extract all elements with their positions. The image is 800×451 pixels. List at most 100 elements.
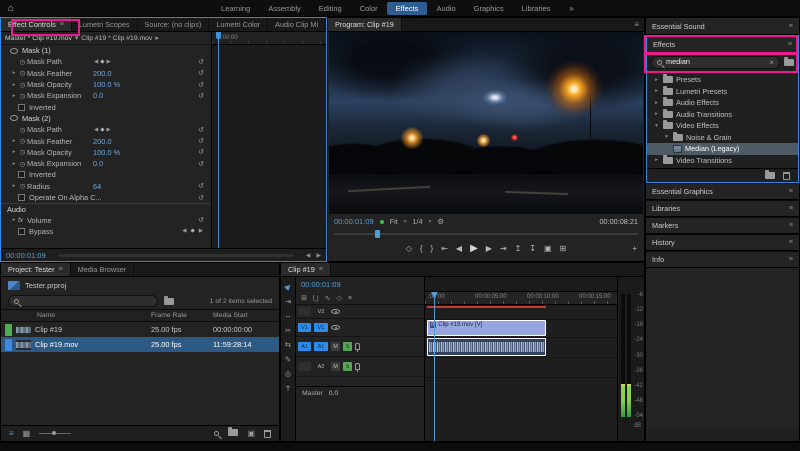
go-to-in-icon[interactable]: ⇤ (441, 244, 448, 253)
bypass-checkbox[interactable] (18, 227, 25, 235)
toggle-track-output-icon[interactable] (331, 309, 340, 314)
twirl-icon[interactable]: ▸ (10, 82, 18, 88)
param-row-radius[interactable]: ▸ ◷ Radius 64 ↺ (1, 181, 211, 192)
export-frame-icon[interactable]: ▣ (544, 244, 552, 253)
ripple-edit-tool[interactable]: ↔ (284, 311, 292, 320)
twirl-icon[interactable]: ▸ (653, 100, 660, 106)
param-row-mask-path-2[interactable]: ◷ Mask Path ◀ ◆ ▶ ↺ (1, 124, 211, 135)
param-value[interactable]: 100.0 % (93, 148, 120, 157)
solo-button[interactable]: S (343, 342, 352, 351)
twirl-icon[interactable]: ▸ (10, 93, 18, 99)
master-gain-value[interactable]: 0.0 (329, 390, 338, 397)
param-row-mask-expansion-1[interactable]: ▸ ◷ Mask Expansion 0.0 ↺ (1, 90, 211, 101)
tab-sequence[interactable]: Clip #19 ≡ (281, 263, 331, 276)
reset-icon[interactable]: ↺ (198, 148, 204, 156)
reset-icon[interactable]: ↺ (198, 58, 204, 66)
panel-menu-icon[interactable]: ≡ (319, 263, 323, 277)
label-color-chip[interactable] (5, 323, 12, 336)
playback-resolution-select[interactable]: 1/4 (413, 217, 423, 226)
twirl-icon[interactable]: ▸ (10, 217, 18, 223)
workspace-tab-editing[interactable]: Editing (310, 2, 351, 15)
zoom-in-icon[interactable]: ▶ (316, 252, 321, 259)
column-media-start[interactable]: Media Start (213, 312, 279, 319)
tree-item-median-legacy[interactable]: Median (Legacy) (647, 143, 798, 155)
reset-icon[interactable]: ↺ (198, 216, 204, 224)
param-value[interactable]: 0.0 (93, 159, 103, 168)
param-value[interactable]: 200.0 (93, 137, 112, 146)
selection-tool[interactable]: ▶ (283, 281, 293, 291)
reset-icon[interactable]: ↺ (198, 194, 204, 202)
type-tool[interactable]: T (286, 384, 291, 393)
twirl-icon[interactable]: ▸ (653, 111, 660, 117)
effects-panel-header[interactable]: Effects ≡ (647, 36, 798, 53)
workspace-tab-learning[interactable]: Learning (212, 2, 259, 15)
workspace-tab-audio[interactable]: Audio (427, 2, 464, 15)
add-keyframe-icon[interactable]: ◆ (191, 228, 195, 234)
reset-icon[interactable]: ↺ (198, 137, 204, 145)
panel-menu-icon[interactable]: ≡ (788, 41, 792, 48)
stopwatch-icon[interactable]: ◷ (18, 58, 27, 66)
twirl-icon[interactable]: ▸ (10, 138, 18, 144)
find-icon[interactable] (214, 426, 220, 442)
panel-menu-icon[interactable]: ≡ (59, 263, 63, 277)
source-patch-v2[interactable] (298, 307, 311, 316)
param-row-mask-opacity-1[interactable]: ▸ ◷ Mask Opacity 100.0 % ↺ (1, 79, 211, 90)
workspace-tab-assembly[interactable]: Assembly (259, 2, 310, 15)
twirl-icon[interactable]: ▸ (155, 34, 158, 42)
voiceover-record-icon[interactable] (355, 343, 360, 352)
toggle-track-output-icon[interactable] (331, 325, 340, 330)
tab-source-monitor[interactable]: Source: (no clips) (138, 18, 210, 31)
track-label-v1[interactable]: V1 (314, 323, 328, 332)
linked-selection-icon[interactable]: ∿ (325, 294, 331, 302)
audio-meters[interactable]: -6 -12 -18 -24 -30 -36 -42 -48 -54 dB (617, 277, 644, 441)
program-video-frame[interactable] (329, 32, 643, 214)
extract-icon[interactable]: ↧ (529, 244, 536, 253)
param-row-operate-on-alpha[interactable]: Operate On Alpha C... ↺ (1, 192, 211, 203)
param-row-mask-expansion-2[interactable]: ▸ ◷ Mask Expansion 0.0 ↺ (1, 158, 211, 169)
column-name[interactable]: Name (1, 312, 151, 319)
horizontal-scrollbar[interactable] (57, 253, 294, 257)
pen-tool[interactable]: ✎ (285, 355, 291, 364)
step-back-icon[interactable]: ◀ (456, 244, 462, 253)
panel-header-libraries[interactable]: Libraries ≡ (646, 200, 799, 217)
program-timecode[interactable]: 00:00:01:09 (334, 217, 374, 226)
reset-icon[interactable]: ↺ (198, 69, 204, 77)
track-label-v2[interactable]: V2 (314, 307, 328, 316)
chevron-down-icon[interactable]: ▾ (75, 34, 78, 42)
track-header-a2[interactable]: A2 M S (296, 357, 424, 377)
timeline-tracks-area[interactable]: :00:00 00:00:05:00 00:00:10:00 00:00:15:… (424, 277, 617, 441)
track-header-v1[interactable]: V1 V1 (296, 319, 424, 337)
home-icon[interactable]: ⌂ (8, 0, 14, 17)
track-select-tool[interactable]: ⇥ (285, 297, 291, 306)
prev-keyframe-icon[interactable]: ◀ (94, 127, 98, 133)
tree-item-audio-transitions[interactable]: ▸ Audio Transitions (647, 108, 798, 121)
chevron-down-icon[interactable]: ▾ (404, 219, 407, 225)
stopwatch-icon[interactable]: ◷ (18, 160, 27, 168)
operate-on-alpha-checkbox[interactable] (18, 194, 25, 201)
twirl-icon[interactable]: ▸ (653, 77, 660, 83)
new-custom-bin-button[interactable] (765, 170, 775, 179)
timeline-playhead-line[interactable] (434, 292, 435, 441)
workspace-tab-libraries[interactable]: Libraries (513, 2, 560, 15)
panel-menu-icon[interactable]: ≡ (789, 239, 793, 246)
track-header-a1[interactable]: A1 A1 M S (296, 337, 424, 357)
item-name[interactable]: Clip #19.mov (35, 340, 151, 349)
inverted-checkbox[interactable] (18, 103, 25, 111)
param-value[interactable]: 64 (93, 182, 101, 191)
stopwatch-icon[interactable]: ◷ (18, 126, 27, 134)
clip-label[interactable]: Clip #19 * Clip #19.mov (81, 35, 152, 42)
project-file-row[interactable]: Tester.prproj (1, 277, 279, 293)
mask-1-section-row[interactable]: Mask (1) (1, 45, 211, 56)
tree-item-noise-grain[interactable]: ▾ Noise & Grain (647, 131, 798, 144)
panel-menu-icon[interactable]: ≡ (634, 18, 644, 31)
mark-out-icon[interactable]: } (431, 244, 434, 253)
snap-toggle-icon[interactable]: ⋃ (313, 294, 319, 302)
play-button-icon[interactable]: ▶ (470, 243, 478, 254)
source-patch-a2[interactable] (298, 362, 311, 371)
param-row-mask-feather-1[interactable]: ▸ ◷ Mask Feather 200.0 ↺ (1, 68, 211, 79)
effect-controls-playhead[interactable] (216, 32, 221, 248)
mini-ruler[interactable]: ;00:00 (212, 32, 326, 45)
tree-item-lumetri-presets[interactable]: ▸ Lumetri Presets (647, 85, 798, 98)
timeline-audio-clip[interactable] (427, 338, 546, 356)
tab-lumetri-scopes[interactable]: Lumetri Scopes (72, 18, 138, 31)
